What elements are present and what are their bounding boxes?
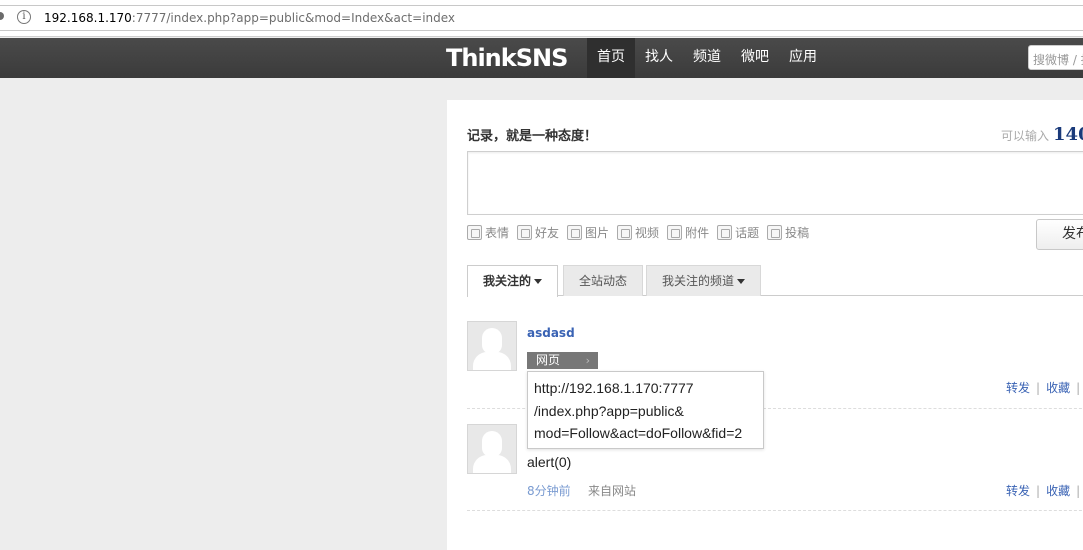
tab-channels-label: 我关注的频道 — [662, 274, 735, 288]
avatar[interactable] — [467, 424, 517, 474]
username-link[interactable]: asdasd — [527, 326, 575, 340]
url-text[interactable]: 192.168.1.170:7777/index.php?app=public&… — [44, 10, 455, 26]
friend-icon — [517, 225, 533, 240]
action-separator: | — [1076, 484, 1081, 498]
hashtag-icon — [717, 225, 733, 240]
attachment-tool[interactable]: 附件 — [667, 224, 709, 241]
url-path: :7777/index.php?app=public&mod=Index&act… — [131, 11, 456, 25]
video-label: 视频 — [635, 226, 660, 240]
composer-toolbar: 表情 好友 图片 视频 附件 话题 投稿 — [467, 224, 817, 241]
emoji-label: 表情 — [485, 226, 510, 240]
contribute-tool[interactable]: 投稿 — [767, 224, 809, 241]
post-textarea[interactable] — [467, 151, 1083, 215]
nav-item-home[interactable]: 首页 — [587, 38, 635, 78]
attachment-label: 附件 — [685, 226, 710, 240]
char-counter: 可以输入140 — [1001, 124, 1083, 145]
favorite-link[interactable]: 收藏 — [1046, 484, 1070, 498]
friend-label: 好友 — [535, 226, 560, 240]
avatar-body — [473, 455, 511, 473]
site-logo[interactable]: ThinkSNS — [446, 42, 568, 74]
topic-tool[interactable]: 话题 — [717, 224, 759, 241]
avatar-head — [482, 328, 502, 354]
image-tool[interactable]: 图片 — [567, 224, 609, 241]
feed-tabs: 我关注的 全站动态 我关注的频道 — [467, 265, 1083, 297]
tab-all-label: 全站动态 — [579, 274, 628, 288]
tooltip-line: /index.php?app=public& — [534, 402, 684, 419]
contribute-icon — [767, 225, 783, 240]
composer-title: 记录，就是一种态度！ — [467, 129, 598, 144]
web-link-tag[interactable]: 网页 › — [527, 352, 598, 369]
web-link-tag-label: 网页 — [536, 353, 561, 367]
char-counter-number: 140 — [1053, 124, 1083, 145]
caret-down-icon — [534, 279, 543, 284]
avatar-body — [473, 352, 511, 370]
emoji-tool[interactable]: 表情 — [467, 224, 509, 241]
publish-button[interactable]: 发布 — [1036, 219, 1083, 250]
top-navigation: ThinkSNS 首页 找人 频道 微吧 应用 搜微博 / 找人 — [0, 38, 1083, 78]
action-separator: | — [1076, 381, 1081, 395]
tab-followed-channels[interactable]: 我关注的频道 — [646, 265, 762, 296]
friend-tool[interactable]: 好友 — [517, 224, 559, 241]
image-icon — [567, 225, 583, 240]
tooltip-line: mod=Follow&act=doFollow&fid=2 — [534, 425, 743, 441]
action-separator: | — [1036, 381, 1041, 395]
chevron-right-icon: › — [585, 354, 590, 367]
contribute-label: 投稿 — [785, 226, 810, 240]
tab-following-label: 我关注的 — [483, 274, 532, 288]
search-input[interactable]: 搜微博 / 找人 — [1028, 45, 1083, 70]
avatar[interactable] — [467, 321, 517, 371]
repost-link[interactable]: 转发 — [1006, 381, 1030, 395]
caret-down-icon — [737, 279, 746, 284]
feed-item-actions: 转发 | 收藏 | — [1006, 379, 1083, 396]
nav-item-channels[interactable]: 频道 — [683, 38, 731, 78]
feed-item-actions: 转发 | 收藏 | — [1006, 482, 1083, 499]
post-source: 来自网站 — [588, 484, 637, 498]
tab-following[interactable]: 我关注的 — [467, 265, 559, 297]
info-icon[interactable]: i — [17, 10, 31, 24]
image-label: 图片 — [585, 226, 610, 240]
post-content: alert(0) — [527, 454, 572, 470]
post-timestamp[interactable]: 8分钟前 — [527, 482, 571, 499]
nav-item-weiba[interactable]: 微吧 — [731, 38, 779, 78]
main-panel: 记录，就是一种态度！ 可以输入140 表情 好友 图片 视频 附件 话题 投稿 … — [447, 100, 1083, 550]
browser-address-bar: i 192.168.1.170:7777/index.php?app=publi… — [0, 0, 1083, 37]
emoji-icon — [467, 225, 482, 240]
video-tool[interactable]: 视频 — [617, 224, 659, 241]
char-counter-hint: 可以输入 — [1001, 129, 1050, 143]
repost-link[interactable]: 转发 — [1006, 484, 1030, 498]
nav-item-apps[interactable]: 应用 — [779, 38, 827, 78]
tooltip-line: http://192.168.1.170:7777 — [534, 380, 694, 396]
url-host: 192.168.1.170 — [44, 11, 132, 25]
video-icon — [617, 225, 633, 240]
avatar-head — [482, 431, 502, 457]
feed-divider — [467, 510, 1083, 511]
topic-label: 话题 — [735, 226, 760, 240]
action-separator: | — [1036, 484, 1041, 498]
nav-item-find-people[interactable]: 找人 — [635, 38, 683, 78]
attachment-icon — [667, 225, 683, 240]
favorite-link[interactable]: 收藏 — [1046, 381, 1070, 395]
nav-menu: 首页 找人 频道 微吧 应用 — [587, 38, 827, 78]
link-url-tooltip: http://192.168.1.170:7777 /index.php?app… — [527, 371, 764, 449]
tab-all-activity[interactable]: 全站动态 — [563, 265, 644, 296]
